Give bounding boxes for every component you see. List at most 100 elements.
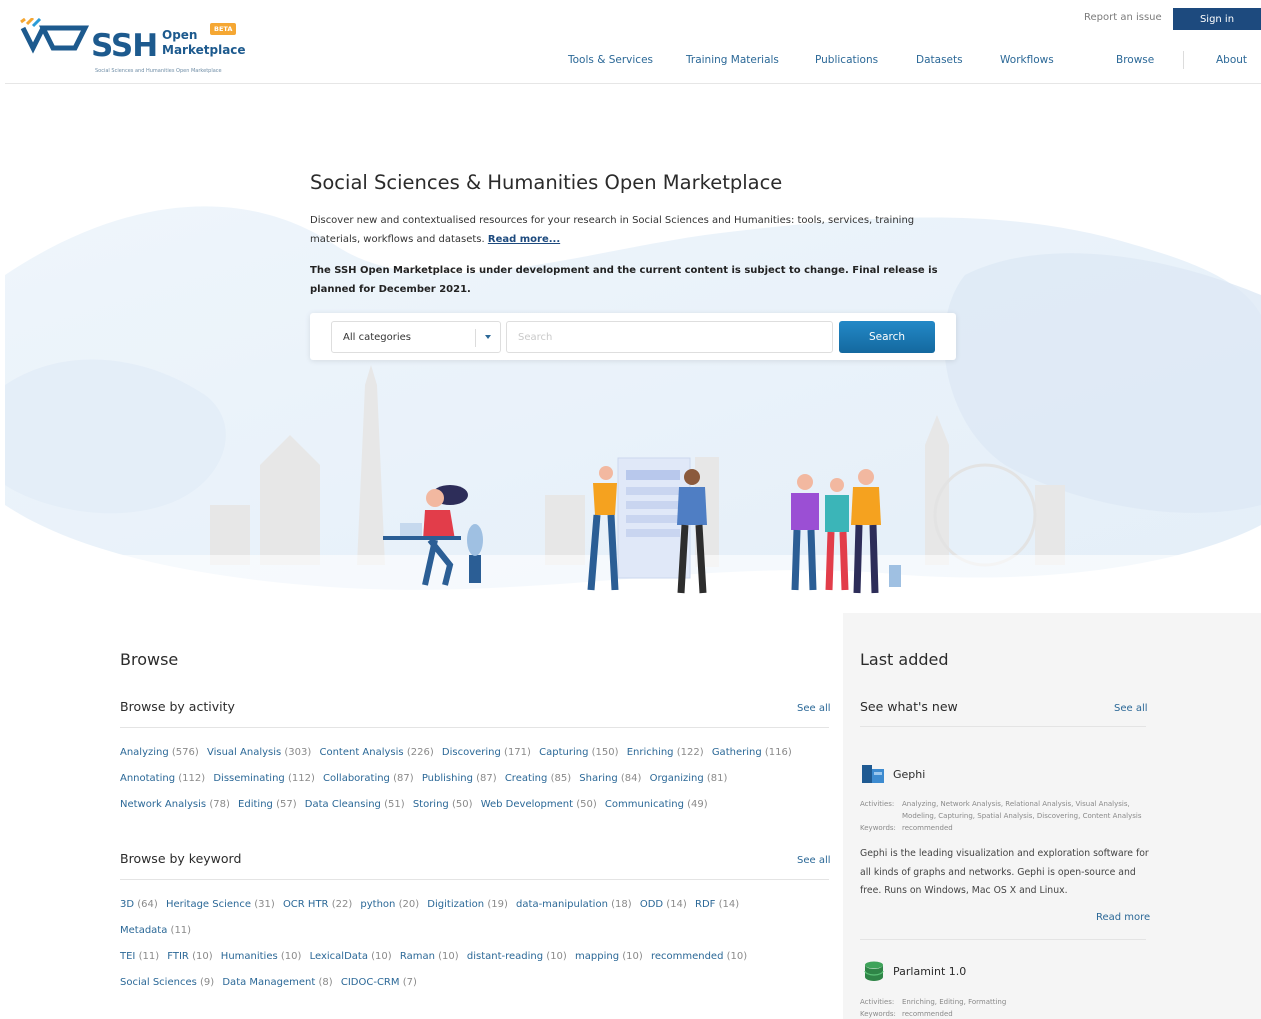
activity-tag[interactable]: Discovering (171) <box>442 747 531 758</box>
activity-tag[interactable]: Organizing (81) <box>650 773 728 784</box>
keyword-tag[interactable]: distant-reading (10) <box>467 951 567 962</box>
keyword-see-all-link[interactable]: See all <box>797 855 831 866</box>
activity-tag[interactable]: Publishing (87) <box>422 773 497 784</box>
tag-label: mapping <box>575 951 620 962</box>
keyword-tag[interactable]: LexicalData (10) <box>310 951 392 962</box>
tag-label: Data Cleansing <box>304 799 381 810</box>
item-name[interactable]: Gephi <box>893 768 925 781</box>
keyword-tag[interactable]: FTIR (10) <box>167 951 212 962</box>
read-more-link[interactable]: Read more... <box>488 234 560 245</box>
item-name[interactable]: Parlamint 1.0 <box>893 965 966 978</box>
tag-count: (57) <box>276 799 297 810</box>
hero-section: Social Sciences & Humanities Open Market… <box>5 85 1261 613</box>
keyword-tag[interactable]: Metadata (11) <box>120 925 191 936</box>
item-activities: Activities: Analyzing, Network Analysis, … <box>860 798 1148 822</box>
keyword-tag[interactable]: recommended (10) <box>651 951 747 962</box>
tag-count: (10) <box>726 951 748 962</box>
activities-value: Enriching, Editing, Formatting <box>902 998 1007 1006</box>
tag-label: Disseminating <box>213 773 285 784</box>
activity-tag[interactable]: Analyzing (576) <box>120 747 199 758</box>
divider <box>860 726 1146 727</box>
tag-label: Humanities <box>220 951 278 962</box>
activities-label: Activities: <box>860 800 895 808</box>
tag-count: (8) <box>318 977 333 988</box>
sign-in-button[interactable]: Sign in <box>1173 8 1261 30</box>
keyword-tag[interactable]: mapping (10) <box>575 951 643 962</box>
logo-brand: SSH <box>91 28 158 64</box>
nav-publications[interactable]: Publications <box>815 54 878 66</box>
nav-training-materials[interactable]: Training Materials <box>686 54 779 66</box>
nav-about[interactable]: About <box>1216 54 1247 66</box>
tag-label: Raman <box>399 951 435 962</box>
keyword-tag[interactable]: Humanities (10) <box>221 951 302 962</box>
search-input[interactable] <box>506 321 833 353</box>
tag-label: LexicalData <box>309 951 368 962</box>
keyword-tag[interactable]: Raman (10) <box>400 951 459 962</box>
tag-label: distant-reading <box>466 951 544 962</box>
tag-label: Digitization <box>427 899 485 910</box>
tag-count: (14) <box>666 899 687 910</box>
search-button[interactable]: Search <box>839 321 935 353</box>
logo-line-2: Marketplace <box>162 43 246 57</box>
select-divider <box>475 329 476 347</box>
activity-tag[interactable]: Capturing (150) <box>539 747 618 758</box>
activity-tag[interactable]: Creating (85) <box>505 773 571 784</box>
activity-tag[interactable]: Sharing (84) <box>579 773 641 784</box>
keyword-tag[interactable]: python (20) <box>360 899 419 910</box>
keyword-tag[interactable]: data-manipulation (18) <box>516 899 632 910</box>
keyword-tag[interactable]: Social Sciences (9) <box>120 977 214 988</box>
keyword-tag[interactable]: OCR HTR (22) <box>283 899 352 910</box>
activity-tag[interactable]: Communicating (49) <box>605 799 708 810</box>
keyword-tag[interactable]: Digitization (19) <box>427 899 508 910</box>
activity-see-all-link[interactable]: See all <box>797 703 831 714</box>
tag-count: (31) <box>254 899 275 910</box>
activity-tag[interactable]: Content Analysis (226) <box>319 747 433 758</box>
keyword-tag[interactable]: Heritage Science (31) <box>166 899 275 910</box>
keyword-tag[interactable]: TEI (11) <box>120 951 159 962</box>
tag-label: Enriching <box>626 747 674 758</box>
keyword-tag[interactable]: RDF (14) <box>695 899 739 910</box>
tag-count: (50) <box>451 799 473 810</box>
tag-count: (51) <box>384 799 405 810</box>
read-more-link[interactable]: Read more <box>1096 912 1150 923</box>
keywords-label: Keywords: <box>860 824 896 832</box>
nav-workflows[interactable]: Workflows <box>1000 54 1054 66</box>
keyword-tag[interactable]: Data Management (8) <box>222 977 332 988</box>
tag-count: (20) <box>398 899 420 910</box>
activity-tag[interactable]: Network Analysis (78) <box>120 799 230 810</box>
activity-tag[interactable]: Web Development (50) <box>481 799 597 810</box>
tag-count: (116) <box>764 747 792 758</box>
tag-label: Metadata <box>120 925 168 936</box>
tag-count: (112) <box>178 773 206 784</box>
logo-mark-icon <box>20 18 90 54</box>
activity-tag[interactable]: Data Cleansing (51) <box>305 799 405 810</box>
keyword-tag[interactable]: CIDOC-CRM (7) <box>341 977 417 988</box>
report-issue-link[interactable]: Report an issue <box>1084 12 1162 23</box>
browse-by-activity-title: Browse by activity <box>120 699 235 714</box>
divider <box>120 727 829 728</box>
activity-tag[interactable]: Gathering (116) <box>712 747 792 758</box>
activities-value: Analyzing, Network Analysis, Relational … <box>902 800 1142 820</box>
tag-label: Editing <box>238 799 273 810</box>
tag-row: Annotating (112) Disseminating (112) Col… <box>120 766 820 792</box>
keyword-tag[interactable]: ODD (14) <box>640 899 687 910</box>
last-added-see-all-link[interactable]: See all <box>1114 703 1148 714</box>
activity-tag[interactable]: Storing (50) <box>413 799 473 810</box>
tag-label: Capturing <box>539 747 589 758</box>
activity-tag[interactable]: Enriching (122) <box>627 747 704 758</box>
activity-tag[interactable]: Disseminating (112) <box>213 773 315 784</box>
site-logo[interactable]: SSH Open Marketplace BETA Social Science… <box>19 14 259 78</box>
tool-icon <box>862 765 884 783</box>
nav-tools-services[interactable]: Tools & Services <box>568 54 653 66</box>
nav-browse[interactable]: Browse <box>1116 54 1154 66</box>
keyword-tag[interactable]: 3D (64) <box>120 899 158 910</box>
activity-tag[interactable]: Collaborating (87) <box>323 773 414 784</box>
activity-tag[interactable]: Annotating (112) <box>120 773 205 784</box>
tag-row: Analyzing (576) Visual Analysis (303) Co… <box>120 740 820 766</box>
activity-tag[interactable]: Editing (57) <box>238 799 297 810</box>
activity-tag[interactable]: Visual Analysis (303) <box>207 747 311 758</box>
tag-count: (226) <box>406 747 434 758</box>
tag-count: (112) <box>287 773 315 784</box>
category-select[interactable]: All categories <box>331 321 501 353</box>
nav-datasets[interactable]: Datasets <box>916 54 963 66</box>
